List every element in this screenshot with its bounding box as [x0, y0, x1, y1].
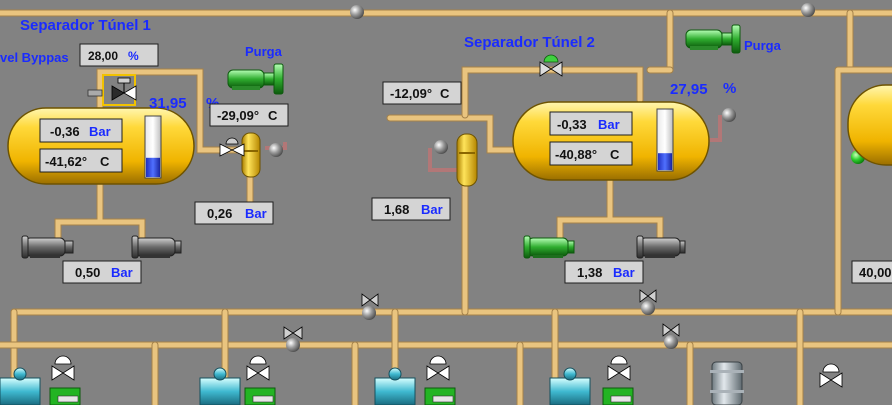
separator-1-title: Separador Túnel 1: [20, 17, 151, 34]
line-valves[interactable]: [283, 289, 843, 388]
separator-1-bypass-value: 28,00: [88, 49, 118, 63]
separator-2-level-gauge: [656, 108, 674, 172]
valve-icon[interactable]: [662, 323, 680, 337]
valve-icon[interactable]: [819, 363, 843, 388]
separator-1-pump-right[interactable]: [131, 235, 182, 259]
separator-1-temperature-value: -41,62°: [45, 154, 87, 169]
separator-2-inlet-temperature-value: -12,09°: [390, 86, 432, 101]
bypass-valve-icon[interactable]: [87, 74, 137, 106]
separator-1-trap-pressure-display: 0,26 Bar: [194, 201, 274, 225]
separator-2-trap-pressure-unit: Bar: [421, 202, 443, 217]
separator-2-trap-pressure-value: 1,68: [384, 202, 409, 217]
separator-2-trap[interactable]: [456, 133, 478, 187]
scada-diagram: Separador Túnel 1 -0,36 Bar -41,62° C 31…: [0, 3, 892, 405]
valve-icon[interactable]: [361, 293, 379, 307]
separator-2-pressure-display: -0,33 Bar: [549, 111, 633, 136]
separator-3-pump-pressure-display: 40,00: [851, 260, 892, 284]
separator-2-purge[interactable]: Purga: [685, 24, 782, 54]
separator-2-pressure-value: -0,33: [557, 117, 587, 132]
separator-2-trap-pressure-display: 1,68 Bar: [371, 197, 451, 221]
separator-2-inlet-temperature-unit: C: [440, 86, 450, 101]
separator-2-level-value: 27,95: [670, 81, 708, 98]
separator-2-purge-label: Purga: [744, 38, 782, 53]
separator-2-title: Separador Túnel 2: [464, 34, 595, 51]
valve-icon[interactable]: [283, 326, 303, 340]
separator-1-purge-label: Purga: [245, 44, 283, 59]
separator-1-bypass-display: 28,00 %: [79, 43, 159, 67]
separator-2-level-unit: %: [723, 80, 736, 97]
separator-1-pump-pressure-unit: Bar: [111, 265, 133, 280]
compressor-row: [0, 355, 744, 405]
separator-1-pressure-unit: Bar: [89, 124, 111, 139]
separator-1-purge-temperature-unit: C: [268, 108, 278, 123]
separator-1-temperature-display: -41,62° C: [39, 148, 123, 173]
separator-1-level-gauge: [144, 115, 162, 179]
separator-1-level-fill: [146, 157, 160, 177]
separator-2-level-fill: [658, 153, 672, 170]
separator-2-pump-pressure-unit: Bar: [613, 265, 635, 280]
separator-1-purge-temperature-value: -29,09°: [217, 108, 259, 123]
separator-1-pump-left[interactable]: [21, 235, 74, 259]
compressor-icon[interactable]: [199, 355, 276, 405]
separator-1-trap[interactable]: [219, 132, 261, 178]
separator-2-temperature-unit: C: [610, 147, 620, 162]
separator-1-level-value: 31,95: [149, 95, 187, 112]
separator-3-pump-pressure-value: 40,00: [859, 265, 892, 280]
separator-1-bypass-label: vel Byppas: [0, 50, 69, 65]
compressor-icon[interactable]: [374, 355, 456, 405]
valve-icon[interactable]: [639, 289, 657, 303]
separator-2-pressure-unit: Bar: [598, 117, 620, 132]
separator-2-pump-left[interactable]: [523, 235, 575, 259]
separator-2-temperature-value: -40,88°: [555, 147, 597, 162]
separator-2-pump-right[interactable]: [636, 235, 686, 259]
separator-2-pump-pressure-display: 1,38 Bar: [564, 260, 644, 284]
tank-icon[interactable]: [710, 361, 744, 405]
separator-1-pump-pressure-value: 0,50: [75, 265, 100, 280]
separator-2-inlet-temperature-display: -12,09° C: [382, 81, 462, 105]
separator-2-pump-pressure-value: 1,38: [577, 265, 602, 280]
separator-1-trap-pressure-value: 0,26: [207, 206, 232, 221]
separator-2-temperature-display: -40,88° C: [549, 141, 633, 166]
separator-1[interactable]: Separador Túnel 1 -0,36 Bar -41,62° C 31…: [0, 17, 219, 185]
separator-1-bypass-unit: %: [128, 49, 139, 63]
purge-icon[interactable]: [227, 63, 284, 95]
separator-1-pressure-display: -0,36 Bar: [39, 118, 123, 143]
purge-icon[interactable]: [685, 24, 741, 54]
separator-1-pump-pressure-display: 0,50 Bar: [62, 260, 142, 284]
separator-1-purge-temperature-display: -29,09° C: [209, 103, 289, 127]
separator-1-trap-pressure-unit: Bar: [245, 206, 267, 221]
separator-1-temperature-unit: C: [100, 154, 110, 169]
separator-1-purge[interactable]: Purga: [227, 44, 284, 95]
separator-2[interactable]: Separador Túnel 2 -0,33 Bar -40,88° C 27…: [464, 34, 736, 181]
compressor-icon[interactable]: [549, 355, 634, 405]
separator-1-pressure-value: -0,36: [50, 124, 80, 139]
